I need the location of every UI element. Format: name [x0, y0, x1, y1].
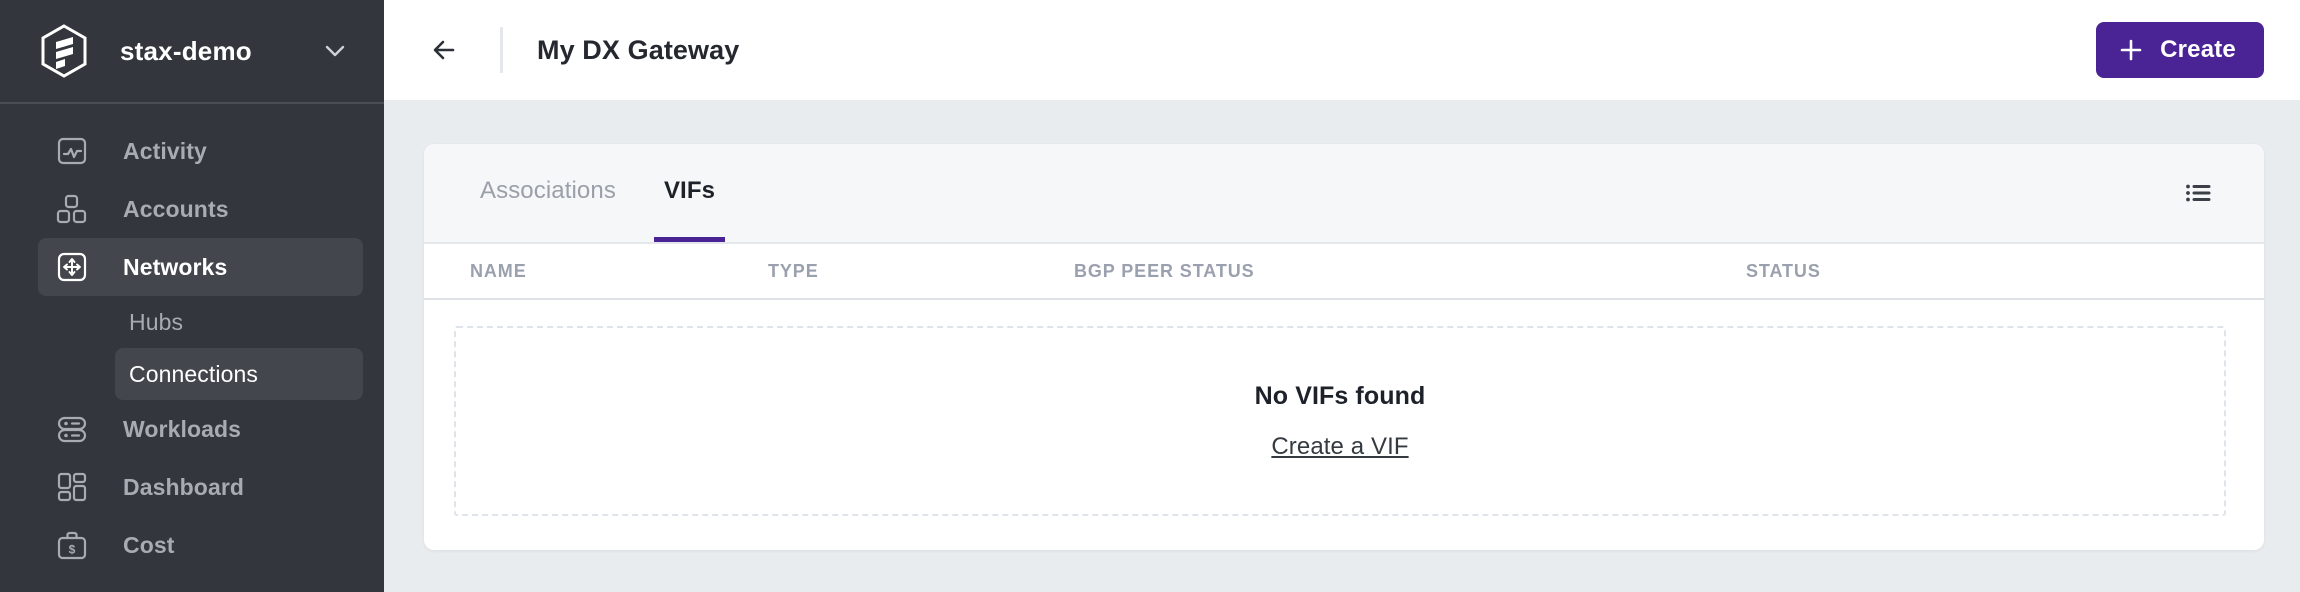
sidebar-nav: Activity Accounts Networks Hubs Connecti… — [0, 104, 384, 574]
sidebar-item-label: Workloads — [123, 415, 242, 442]
arrow-left-icon[interactable] — [416, 21, 474, 79]
sidebar-item-cost[interactable]: $ Cost — [38, 516, 363, 574]
sidebar-item-activity[interactable]: Activity — [38, 122, 363, 180]
empty-state-title: No VIFs found — [1254, 381, 1426, 410]
tab-label: Associations — [480, 176, 616, 204]
topbar-divider — [500, 27, 503, 73]
sidebar: stax-demo Activity Accounts Networks Hub… — [0, 0, 384, 592]
create-button[interactable]: Create — [2096, 22, 2264, 78]
sidebar-subitem-label: Connections — [129, 360, 258, 387]
create-a-vif-link[interactable]: Create a VIF — [1271, 433, 1408, 461]
table-header-row: NAME TYPE BGP PEER STATUS STATUS — [424, 244, 2264, 300]
sidebar-subitem-hubs[interactable]: Hubs — [115, 296, 363, 348]
tab-associations[interactable]: Associations — [470, 144, 626, 242]
list-view-icon[interactable] — [2176, 171, 2220, 215]
svg-text:$: $ — [69, 543, 76, 557]
main-region: My DX Gateway Create Associations VIFs N… — [384, 0, 2300, 592]
content-area: Associations VIFs NAME TYPE BGP PEER STA… — [384, 100, 2300, 592]
sidebar-subitem-label: Hubs — [129, 308, 184, 335]
sidebar-item-label: Dashboard — [123, 473, 245, 500]
sidebar-item-label: Activity — [123, 137, 207, 164]
cost-briefcase-icon: $ — [55, 528, 89, 562]
workloads-stack-icon — [55, 412, 89, 446]
activity-chart-icon — [55, 134, 89, 168]
topbar: My DX Gateway Create — [384, 0, 2300, 100]
vifs-card: Associations VIFs NAME TYPE BGP PEER STA… — [424, 144, 2264, 550]
create-button-label: Create — [2160, 36, 2236, 63]
card-tabbar: Associations VIFs — [424, 144, 2264, 244]
org-name: stax-demo — [120, 35, 252, 66]
sidebar-subitem-connections[interactable]: Connections — [115, 348, 363, 400]
column-header-status: STATUS — [1746, 260, 1821, 281]
column-header-name: NAME — [470, 260, 527, 281]
tab-label: VIFs — [663, 176, 716, 204]
table-body: No VIFs found Create a VIF — [424, 300, 2264, 550]
dashboard-grid-icon — [55, 470, 89, 504]
sidebar-item-label: Cost — [123, 531, 175, 558]
empty-state: No VIFs found Create a VIF — [454, 326, 2226, 516]
app-root: stax-demo Activity Accounts Networks Hub… — [0, 0, 2300, 592]
column-header-type: TYPE — [768, 260, 819, 281]
column-header-bgp-peer-status: BGP PEER STATUS — [1074, 260, 1255, 281]
sidebar-item-networks[interactable]: Networks — [38, 238, 363, 296]
chevron-down-icon[interactable] — [320, 36, 350, 66]
tab-vifs[interactable]: VIFs — [653, 144, 726, 242]
sidebar-item-workloads[interactable]: Workloads — [38, 400, 363, 458]
org-switcher[interactable]: stax-demo — [0, 0, 384, 104]
sidebar-item-dashboard[interactable]: Dashboard — [38, 458, 363, 516]
networks-move-icon — [55, 250, 89, 284]
sidebar-item-accounts[interactable]: Accounts — [38, 180, 363, 238]
accounts-blocks-icon — [55, 192, 89, 226]
sidebar-item-label: Accounts — [123, 195, 229, 222]
stax-hexagon-logo-icon — [40, 24, 88, 78]
page-title: My DX Gateway — [537, 34, 740, 65]
plus-icon — [2118, 37, 2144, 63]
sidebar-item-label: Networks — [123, 253, 228, 280]
tab-actions — [2176, 144, 2220, 242]
